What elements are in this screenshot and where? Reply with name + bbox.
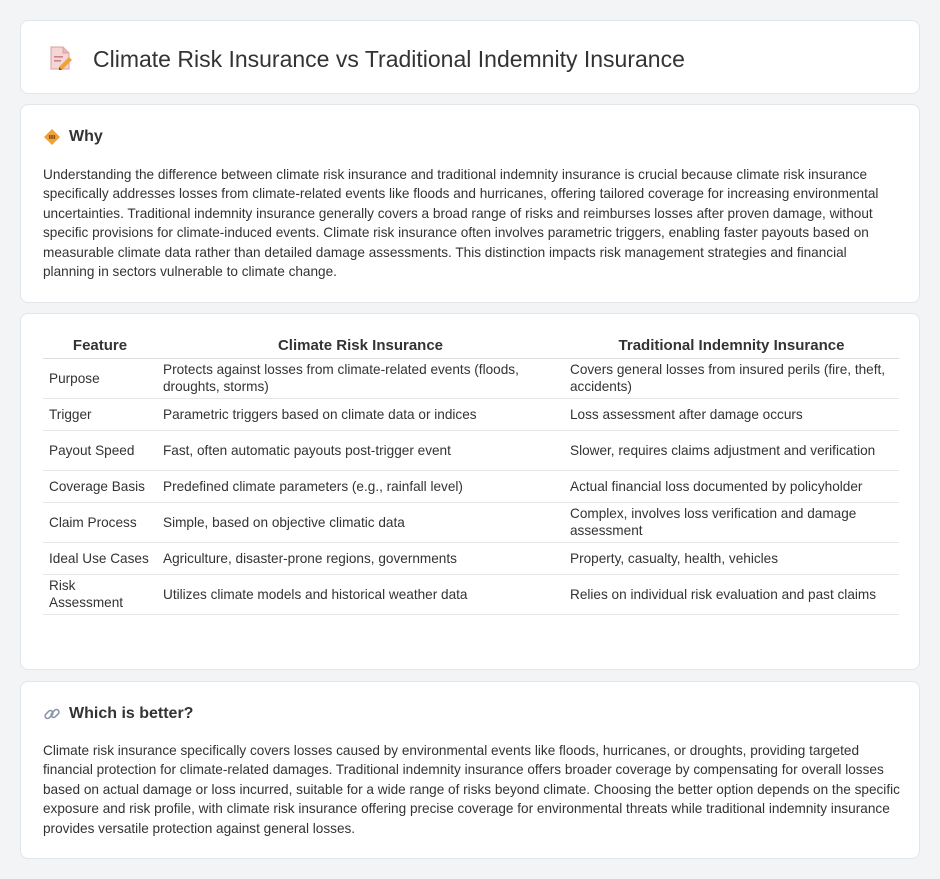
table-row: Risk Assessment Utilizes climate models … [43, 574, 899, 615]
table-row: Trigger Parametric triggers based on cli… [43, 398, 899, 431]
why-section: Why Understanding the difference between… [20, 104, 920, 303]
table-row: Claim Process Simple, based on objective… [43, 502, 899, 543]
traditional-cell: Covers general losses from insured peril… [564, 358, 899, 399]
table-header-row: Feature Climate Risk Insurance Tradition… [43, 334, 899, 359]
page-title: Climate Risk Insurance vs Traditional In… [93, 46, 685, 72]
feature-cell: Payout Speed [43, 430, 157, 471]
table-row: Ideal Use Cases Agriculture, disaster-pr… [43, 542, 899, 575]
climate-cell: Agriculture, disaster-prone regions, gov… [157, 542, 564, 575]
climate-cell: Protects against losses from climate-rel… [157, 358, 564, 399]
which-is-better-section: Which is better? Climate risk insurance … [20, 681, 920, 859]
column-header-feature: Feature [43, 334, 157, 359]
feature-cell: Claim Process [43, 502, 157, 543]
table-row: Purpose Protects against losses from cli… [43, 358, 899, 399]
better-heading: Which is better? [43, 704, 193, 724]
feature-cell: Purpose [43, 358, 157, 399]
climate-cell: Fast, often automatic payouts post-trigg… [157, 430, 564, 471]
feature-cell: Coverage Basis [43, 470, 157, 503]
why-title: Why [69, 128, 103, 145]
feature-cell: Risk Assessment [43, 574, 157, 615]
column-header-traditional: Traditional Indemnity Insurance [564, 334, 899, 359]
climate-cell: Parametric triggers based on climate dat… [157, 398, 564, 431]
table-row: Coverage Basis Predefined climate parame… [43, 470, 899, 503]
header-card: Climate Risk Insurance vs Traditional In… [20, 20, 920, 94]
why-text: Understanding the difference between cli… [43, 167, 879, 280]
traditional-cell: Complex, involves loss verification and … [564, 502, 899, 543]
traditional-cell: Relies on individual risk evaluation and… [564, 574, 899, 615]
feature-cell: Trigger [43, 398, 157, 431]
column-header-climate: Climate Risk Insurance [157, 334, 564, 359]
better-text: Climate risk insurance specifically cove… [43, 743, 900, 836]
table-row: Payout Speed Fast, often automatic payou… [43, 430, 899, 471]
climate-cell: Utilizes climate models and historical w… [157, 574, 564, 615]
climate-cell: Predefined climate parameters (e.g., rai… [157, 470, 564, 503]
comparison-table: Feature Climate Risk Insurance Tradition… [43, 334, 899, 615]
link-icon [43, 705, 61, 723]
climate-cell: Simple, based on objective climatic data [157, 502, 564, 543]
traditional-cell: Slower, requires claims adjustment and v… [564, 430, 899, 471]
feature-cell: Ideal Use Cases [43, 542, 157, 575]
better-title: Which is better? [69, 705, 194, 722]
why-heading: Why [43, 127, 103, 147]
traditional-cell: Property, casualty, health, vehicles [564, 542, 899, 575]
traditional-cell: Loss assessment after damage occurs [564, 398, 899, 431]
document-pencil-icon [47, 45, 73, 71]
diamond-icon [43, 128, 61, 146]
traditional-cell: Actual financial loss documented by poli… [564, 470, 899, 503]
comparison-table-section: Feature Climate Risk Insurance Tradition… [20, 313, 920, 670]
